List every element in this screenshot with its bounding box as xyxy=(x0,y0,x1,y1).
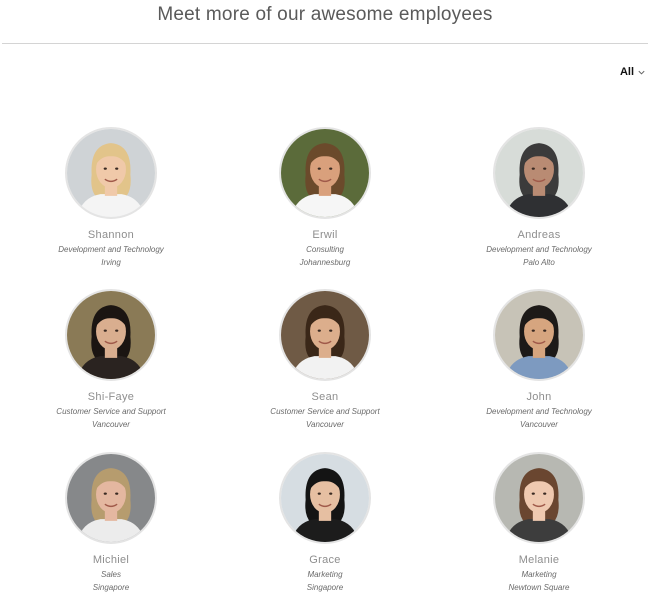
employee-card[interactable]: Shi-Faye Customer Service and Support Vanc… xyxy=(11,289,211,430)
avatar[interactable] xyxy=(65,127,157,219)
employee-department: Development and Technology xyxy=(486,407,592,416)
employee-name[interactable]: Shi-Faye xyxy=(11,391,211,403)
avatar[interactable] xyxy=(279,289,371,381)
avatar[interactable] xyxy=(493,289,585,381)
employee-card[interactable]: John Development and Technology Vancouver xyxy=(439,289,639,430)
portrait-photo xyxy=(281,291,369,379)
employee-location: Singapore xyxy=(92,583,130,592)
employee-department: Sales xyxy=(100,570,121,579)
avatar[interactable] xyxy=(493,127,585,219)
portrait-photo xyxy=(495,291,583,379)
avatar[interactable] xyxy=(493,452,585,544)
employee-name[interactable]: Erwil xyxy=(225,229,425,241)
employee-location: Vancouver xyxy=(92,420,130,429)
employee-card[interactable]: Melanie Marketing Newtown Square xyxy=(439,452,639,593)
employee-location: Newtown Square xyxy=(508,583,570,592)
employee-row: Shannon Development and Technology Irving … xyxy=(0,127,650,287)
portrait-photo xyxy=(281,129,369,217)
employee-department: Marketing xyxy=(307,570,343,579)
employee-name[interactable]: Melanie xyxy=(439,554,639,566)
employee-name[interactable]: Shannon xyxy=(11,229,211,241)
portrait-photo xyxy=(67,454,155,542)
employee-card[interactable]: Shannon Development and Technology Irving xyxy=(11,127,211,268)
avatar[interactable] xyxy=(279,452,371,544)
avatar[interactable] xyxy=(279,127,371,219)
employee-row: Shi-Faye Customer Service and Support Vanc… xyxy=(0,289,650,449)
chevron-down-icon xyxy=(638,70,645,75)
employee-location: Vancouver xyxy=(306,420,344,429)
filter-dropdown[interactable]: All xyxy=(620,66,646,78)
avatar[interactable] xyxy=(65,289,157,381)
employee-name[interactable]: Michiel xyxy=(11,554,211,566)
avatar[interactable] xyxy=(65,452,157,544)
employee-name[interactable]: Grace xyxy=(225,554,425,566)
header-divider xyxy=(2,43,648,44)
employee-name[interactable]: John xyxy=(439,391,639,403)
employee-card[interactable]: Grace Marketing Singapore xyxy=(225,452,425,593)
employee-location: Irving xyxy=(101,258,121,267)
employee-card[interactable]: Erwil Consulting Johannesburg xyxy=(225,127,425,268)
employee-location: Vancouver xyxy=(520,420,558,429)
portrait-photo xyxy=(495,454,583,542)
employee-location: Palo Alto xyxy=(523,258,555,267)
employee-card[interactable]: Michiel Sales Singapore xyxy=(11,452,211,593)
employee-name[interactable]: Sean xyxy=(225,391,425,403)
page-title: Meet more of our awesome employees xyxy=(157,4,493,25)
employee-department: Customer Service and Support xyxy=(56,407,166,416)
employee-department: Consulting xyxy=(306,245,344,254)
employee-location: Singapore xyxy=(306,583,344,592)
portrait-photo xyxy=(495,129,583,217)
employee-card[interactable]: Sean Customer Service and Support Vancouve… xyxy=(225,289,425,430)
employee-department: Marketing xyxy=(521,570,557,579)
employee-row: Michiel Sales Singapore Grace Marketing Sing… xyxy=(0,452,650,596)
portrait-photo xyxy=(281,454,369,542)
portrait-photo xyxy=(67,291,155,379)
employee-department: Development and Technology xyxy=(486,245,592,254)
employee-department: Customer Service and Support xyxy=(270,407,380,416)
employee-card[interactable]: Andreas Development and Technology Palo Al… xyxy=(439,127,639,268)
employee-name[interactable]: Andreas xyxy=(439,229,639,241)
filter-label: All xyxy=(619,66,634,78)
employee-location: Johannesburg xyxy=(299,258,351,267)
portrait-photo xyxy=(67,129,155,217)
employee-department: Development and Technology xyxy=(58,245,164,254)
